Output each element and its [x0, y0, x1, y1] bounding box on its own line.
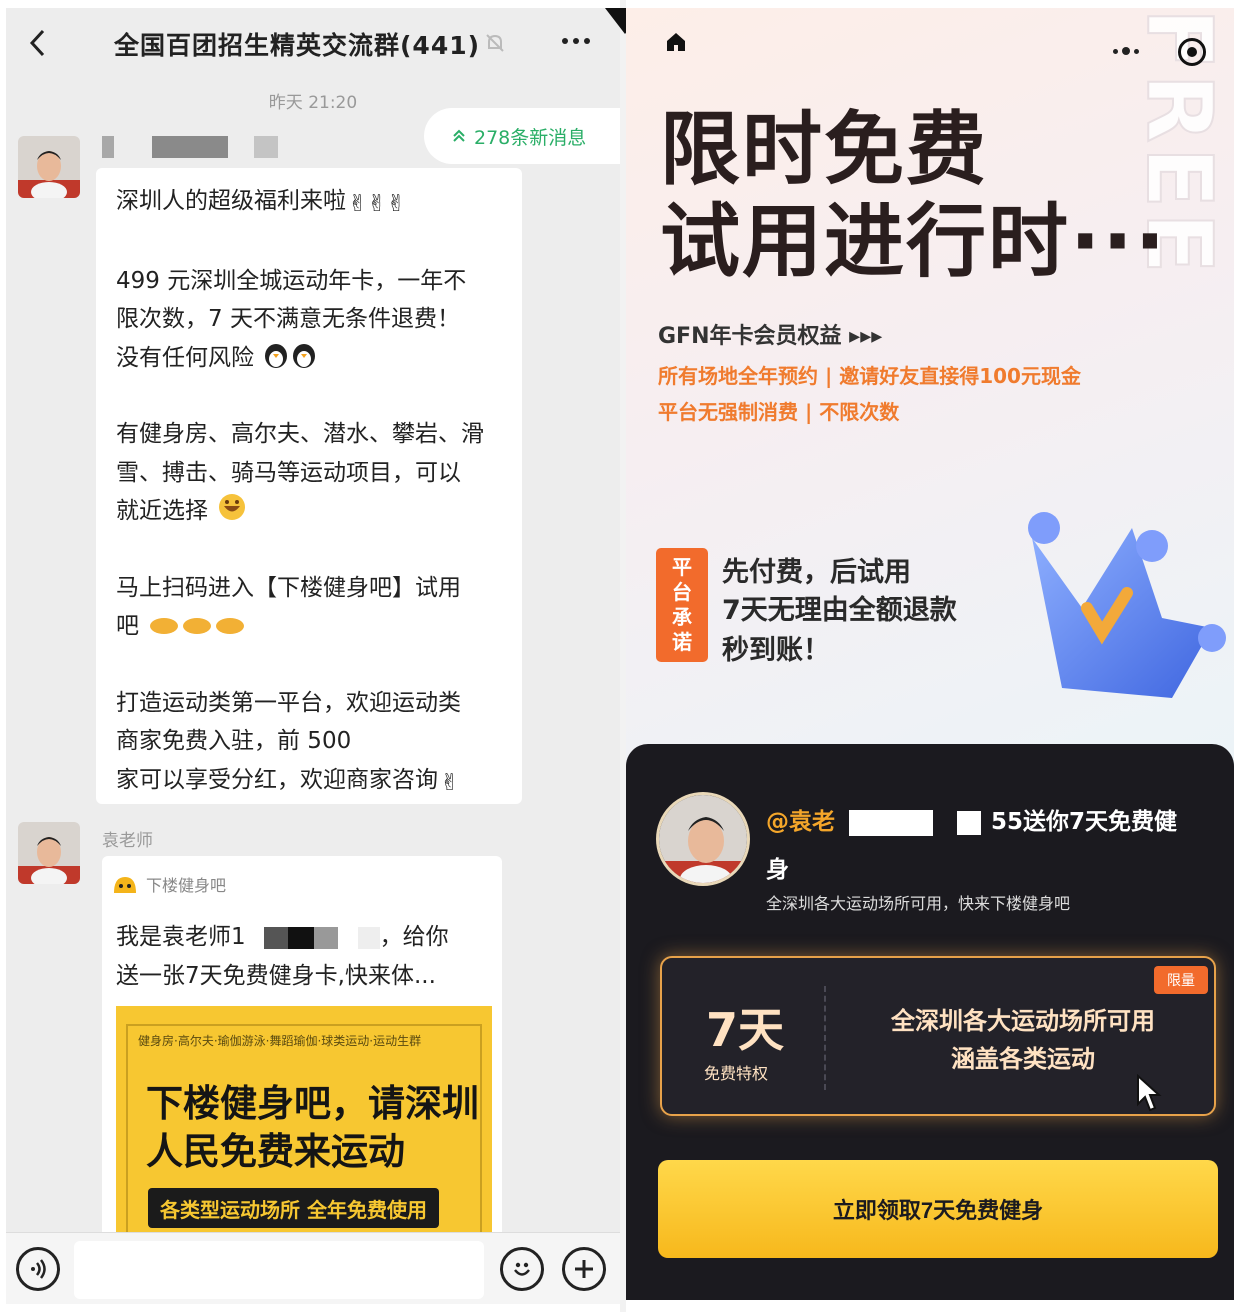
benefits-title: GFN年卡会员权益 ▸▸▸: [658, 324, 883, 349]
card-image-subtitle: 各类型运动场所 全年免费使用: [148, 1188, 439, 1228]
target-icon[interactable]: [1178, 38, 1206, 66]
avatar[interactable]: [18, 136, 80, 198]
avatar[interactable]: [18, 822, 80, 884]
home-icon[interactable]: [664, 30, 688, 54]
card-image-title: 下楼健身吧，请深圳人民免费来运动: [146, 1082, 479, 1173]
invite-panel: @袁老 55送你7天免费健 身 全深圳各大运动场所可用，快来下楼健身吧 限量 7天…: [626, 744, 1234, 1300]
message-line: 家可以享受分红，欢迎商家咨询✌: [116, 761, 504, 803]
new-messages-label: 278条新消息: [474, 126, 587, 149]
promise-line: 7天无理由全额退款: [722, 595, 957, 626]
invite-subtitle: 全深圳各大运动场所可用，快来下楼健身吧: [766, 894, 1071, 913]
cursor-icon: [1137, 1074, 1162, 1112]
headline: 限时免费 试用进行时···: [660, 103, 1168, 288]
plus-icon: [575, 1260, 593, 1278]
message-line: 499 元深圳全城运动年卡，一年不: [116, 267, 467, 294]
mini-program-logo-icon: [114, 877, 136, 893]
mute-bell-icon: [486, 34, 504, 52]
promise-badge: 平 台 承 诺: [656, 548, 708, 662]
sender-name: 袁老师: [102, 831, 153, 851]
message-line: 有健身房、高尔夫、潜水、攀岩、滑: [116, 421, 484, 447]
grin-emoji: [219, 494, 246, 520]
coupon-days: 7天: [706, 1003, 785, 1057]
back-arrow-icon: [29, 29, 45, 57]
coupon-description: 全深圳各大运动场所可用 涵盖各类运动: [891, 1007, 1155, 1073]
sender-name-redacted: [102, 136, 114, 158]
promise-line: 先付费，后试用: [722, 557, 911, 588]
chat-input-bar: [6, 1232, 620, 1304]
message-line: 雪、搏击、骑马等运动项目，可以: [116, 459, 461, 486]
emoji-face-icon: [514, 1262, 530, 1276]
message-line: 吧: [116, 607, 504, 646]
new-messages-pill[interactable]: 278条新消息: [424, 108, 620, 164]
penguin-emoji: [265, 343, 316, 368]
message-line: 打造运动类第一平台，欢迎运动类: [116, 689, 461, 716]
double-chevron-up-icon: [453, 129, 465, 142]
chat-window: 全国百团招生精英交流群(441) 昨天 21:20 278条新消息 深圳人的超级…: [6, 8, 620, 1304]
victory-hand-emoji: ✌✌✌: [348, 191, 406, 217]
card-source-name: 下楼健身吧: [146, 876, 227, 895]
mini-program-capsule: [1092, 22, 1224, 78]
voice-icon: [31, 1259, 46, 1279]
message-line: 深圳人的超级福利来啦✌✌✌: [116, 182, 504, 224]
benefit-line: 平台无强制消费 | 不限次数: [658, 400, 900, 424]
victory-hand-emoji: ✌: [440, 769, 460, 796]
more-dots-icon[interactable]: [554, 24, 598, 58]
emoji-button[interactable]: [500, 1247, 544, 1291]
trial-coupon[interactable]: 限量 7天 免费特权 全深圳各大运动场所可用 涵盖各类运动: [660, 956, 1216, 1116]
coupon-separator: [824, 986, 826, 1090]
message-line: 就近选择: [116, 492, 504, 531]
chat-header: 全国百团招生精英交流群(441): [6, 8, 620, 78]
message-line: 没有任何风险: [116, 339, 504, 378]
message-bubble[interactable]: 深圳人的超级福利来啦✌✌✌ 499 元深圳全城运动年卡，一年不 限次数，7 天不…: [96, 168, 522, 804]
card-description: 我是袁老师1 ，给你 送一张7天免费健身卡,快来体...: [116, 924, 449, 989]
sender-name-redacted: [254, 136, 278, 158]
limited-tag: 限量: [1154, 966, 1208, 994]
plus-button[interactable]: [562, 1247, 606, 1291]
card-source: 下楼健身吧: [112, 872, 226, 896]
message-line: 马上扫码进入【下楼健身吧】试用: [116, 574, 461, 601]
more-dots-icon[interactable]: [1104, 36, 1148, 66]
chat-title: 全国百团招生精英交流群(441): [114, 31, 481, 60]
coupon-days-label: 免费特权: [704, 1064, 769, 1083]
card-image-tags: 健身房·高尔夫·瑜伽游泳·舞蹈瑜伽·球类运动·运动生群: [138, 1034, 422, 1048]
back-button[interactable]: [20, 26, 54, 60]
message-line: 商家免费入驻，前 500: [116, 728, 352, 754]
message-input[interactable]: [74, 1241, 484, 1299]
message-line: 限次数，7 天不满意无条件退费！: [116, 306, 460, 332]
invite-message: @袁老 55送你7天免费健 身: [766, 809, 1178, 883]
voice-button[interactable]: [16, 1247, 60, 1291]
claim-trial-button[interactable]: 立即领取7天免费健身: [658, 1160, 1218, 1258]
sender-name-redacted: [152, 136, 228, 158]
crown-icon: [1028, 512, 1226, 698]
promise-line: 秒到账！: [722, 635, 830, 666]
flex-arm-emoji: [150, 618, 245, 634]
avatar: [656, 792, 750, 886]
benefit-line: 所有场地全年预约 | 邀请好友直接得100元现金: [658, 364, 1081, 388]
